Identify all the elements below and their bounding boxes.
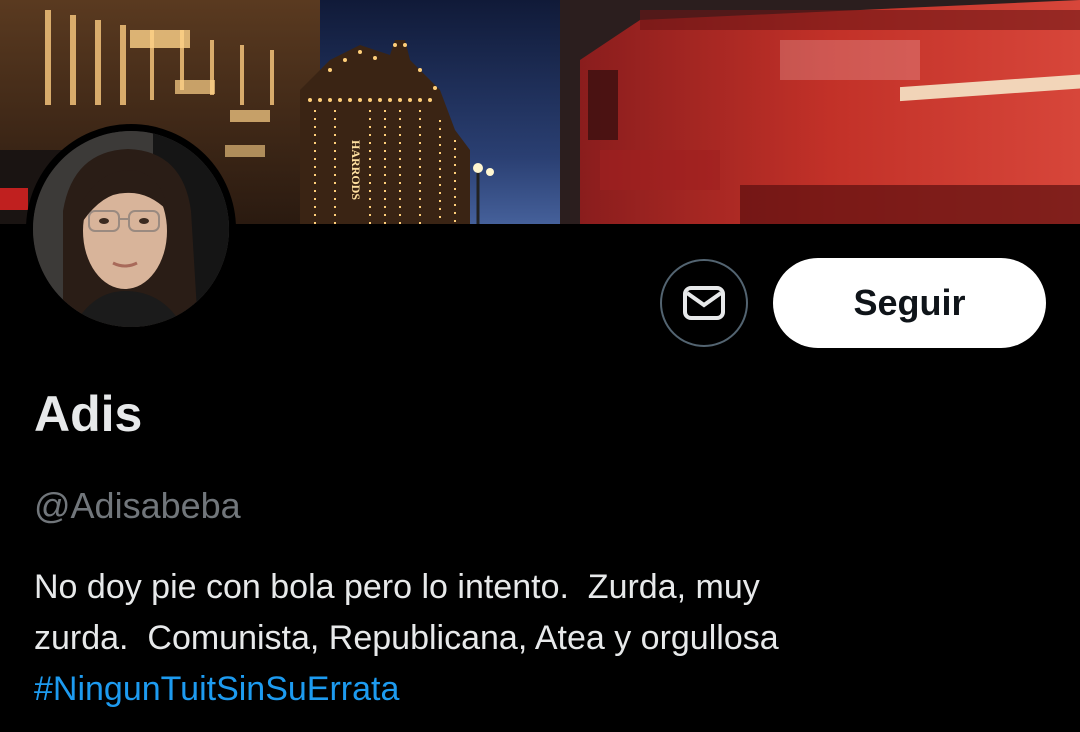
message-button[interactable] [660, 259, 748, 347]
display-name: Adis [34, 386, 143, 442]
bio-text-line: No doy pie con bola pero lo intento. Zur… [34, 568, 760, 606]
bio-text-line: zurda. Comunista, Republicana, Atea y or… [34, 619, 779, 657]
harrods-sign: HARRODS [349, 140, 363, 200]
follow-button[interactable]: Seguir [773, 258, 1046, 348]
user-handle: @Adisabeba [34, 485, 241, 526]
envelope-icon [683, 286, 725, 320]
profile-bio: No doy pie con bola pero lo intento. Zur… [34, 562, 1044, 715]
profile-avatar[interactable] [26, 124, 236, 334]
avatar-photo [33, 131, 229, 327]
bio-hashtag-link[interactable]: #NingunTuitSinSuErrata [34, 664, 1044, 715]
